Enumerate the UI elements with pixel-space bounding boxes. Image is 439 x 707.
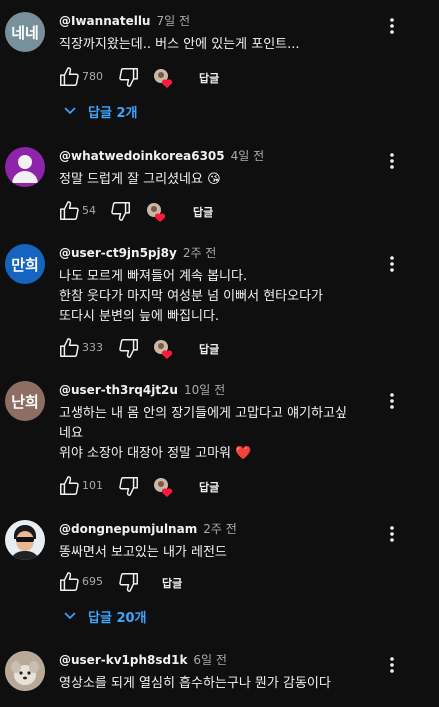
comment-header: @user-ct9jn5pj8y 2주 전 (59, 244, 216, 261)
avatar[interactable]: 만희 (5, 244, 45, 284)
like-count: 101 (82, 479, 103, 492)
like-icon[interactable] (58, 66, 80, 88)
avatar[interactable] (5, 651, 45, 691)
comment-author[interactable]: @Iwannatellu (59, 14, 150, 28)
comment-text: 나도 모르게 빠져들어 계속 봅니다. 한참 웃다가 마지막 여성분 넘 이뻐서… (59, 267, 389, 327)
reply-button[interactable]: 답글 (199, 70, 219, 86)
replies-count: 답글 20개 (88, 610, 147, 626)
dislike-icon[interactable] (110, 200, 132, 222)
more-options-icon[interactable] (382, 252, 402, 276)
comment-author[interactable]: @user-ct9jn5pj8y (59, 246, 177, 260)
like-count: 780 (82, 70, 103, 83)
reply-button[interactable]: 답글 (193, 204, 213, 220)
more-options-icon[interactable] (382, 522, 402, 546)
comment-time[interactable]: 7일 전 (156, 14, 190, 28)
comment-line: 네요 (59, 426, 83, 441)
comment-time[interactable]: 2주 전 (203, 522, 237, 536)
more-options-icon[interactable] (382, 389, 402, 413)
comment-text: 고생하는 내 몸 안의 장기들에게 고맙다고 얘기하고싶 네요 위야 소장아 대… (59, 404, 389, 464)
comment-time[interactable]: 6일 전 (193, 653, 227, 667)
reply-button[interactable]: 답글 (199, 479, 219, 495)
like-icon[interactable] (58, 475, 80, 497)
comment-time[interactable]: 2주 전 (183, 246, 217, 260)
comment-author[interactable]: @dongnepumjulnam (59, 522, 197, 536)
chevron-down-icon (64, 612, 76, 620)
person-icon (12, 155, 38, 183)
comment-text: 직장까지왔는데.. 버스 안에 있는게 포인트... (59, 35, 389, 55)
like-icon[interactable] (58, 571, 80, 593)
comment-line: 또다시 분변의 늪에 빠집니다. (59, 309, 220, 324)
comment-header: @Iwannatellu 7일 전 (59, 12, 190, 29)
avatar[interactable] (5, 520, 45, 560)
comment-line: 한참 웃다가 마지막 여성분 넘 이뻐서 현타오다가 (59, 289, 323, 304)
comment-header: @user-th3rq4jt2u 10일 전 (59, 381, 225, 398)
replies-toggle[interactable]: 답글 2개 (64, 99, 137, 123)
comment-line: 정말 드럽게 잘 그리셨네요 😘 (59, 172, 221, 187)
avatar[interactable]: 난희 (5, 381, 45, 421)
like-count: 333 (82, 341, 103, 354)
comment-time[interactable]: 10일 전 (184, 383, 225, 397)
comment-author[interactable]: @user-kv1ph8sd1k (59, 653, 187, 667)
avatar[interactable]: 네네 (5, 12, 45, 52)
creator-heart-icon (153, 68, 175, 90)
like-icon[interactable] (58, 200, 80, 222)
comment-line: 똥싸면서 보고있는 내가 레전드 (59, 545, 227, 560)
creator-heart-icon (146, 202, 168, 224)
comment-actions: 101 답글 (58, 475, 388, 499)
comment-text: 똥싸면서 보고있는 내가 레전드 (59, 543, 389, 563)
avatar[interactable] (5, 147, 45, 187)
replies-count: 답글 2개 (88, 105, 138, 121)
comment-author[interactable]: @whatwedoinkorea6305 (59, 149, 225, 163)
dog-photo-icon (5, 651, 45, 691)
comment-author[interactable]: @user-th3rq4jt2u (59, 383, 178, 397)
like-count: 54 (82, 204, 96, 217)
more-options-icon[interactable] (382, 149, 402, 173)
creator-heart-icon (153, 339, 175, 361)
comment-line: 나도 모르게 빠져들어 계속 봅니다. (59, 269, 248, 284)
comment-line: 직장까지왔는데.. 버스 안에 있는게 포인트... (59, 37, 300, 52)
comment-line: 위야 소장아 대장아 정말 고마워 ❤️ (59, 446, 252, 461)
replies-toggle[interactable]: 답글 20개 (64, 604, 147, 628)
more-options-icon[interactable] (382, 653, 402, 677)
comment-header: @whatwedoinkorea6305 4일 전 (59, 147, 264, 164)
reply-button[interactable]: 답글 (199, 341, 219, 357)
comment-text: 영상소를 되게 열심히 흡수하는구나 뭔가 감동이다 (59, 674, 389, 694)
comment-header: @user-kv1ph8sd1k 6일 전 (59, 651, 227, 668)
dislike-icon[interactable] (118, 571, 140, 593)
comment-line: 영상소를 되게 열심히 흡수하는구나 뭔가 감동이다 (59, 676, 331, 691)
comment-actions: 54 답글 (58, 200, 388, 224)
comment-time[interactable]: 4일 전 (231, 149, 265, 163)
profile-photo-icon (11, 525, 39, 560)
comment-line: 고생하는 내 몸 안의 장기들에게 고맙다고 얘기하고싶 (59, 406, 347, 421)
more-options-icon[interactable] (382, 14, 402, 38)
comment-actions: 695 답글 (58, 571, 388, 595)
comment-actions: 333 답글 (58, 337, 388, 361)
dislike-icon[interactable] (118, 337, 140, 359)
chevron-down-icon (64, 107, 76, 115)
comment-header: @dongnepumjulnam 2주 전 (59, 520, 237, 537)
comment-text: 정말 드럽게 잘 그리셨네요 😘 (59, 170, 389, 190)
creator-heart-icon (153, 477, 175, 499)
dislike-icon[interactable] (118, 475, 140, 497)
dislike-icon[interactable] (118, 66, 140, 88)
like-count: 695 (82, 575, 103, 588)
reply-button[interactable]: 답글 (162, 575, 182, 591)
like-icon[interactable] (58, 337, 80, 359)
comment-actions: 780 답글 (58, 66, 388, 90)
